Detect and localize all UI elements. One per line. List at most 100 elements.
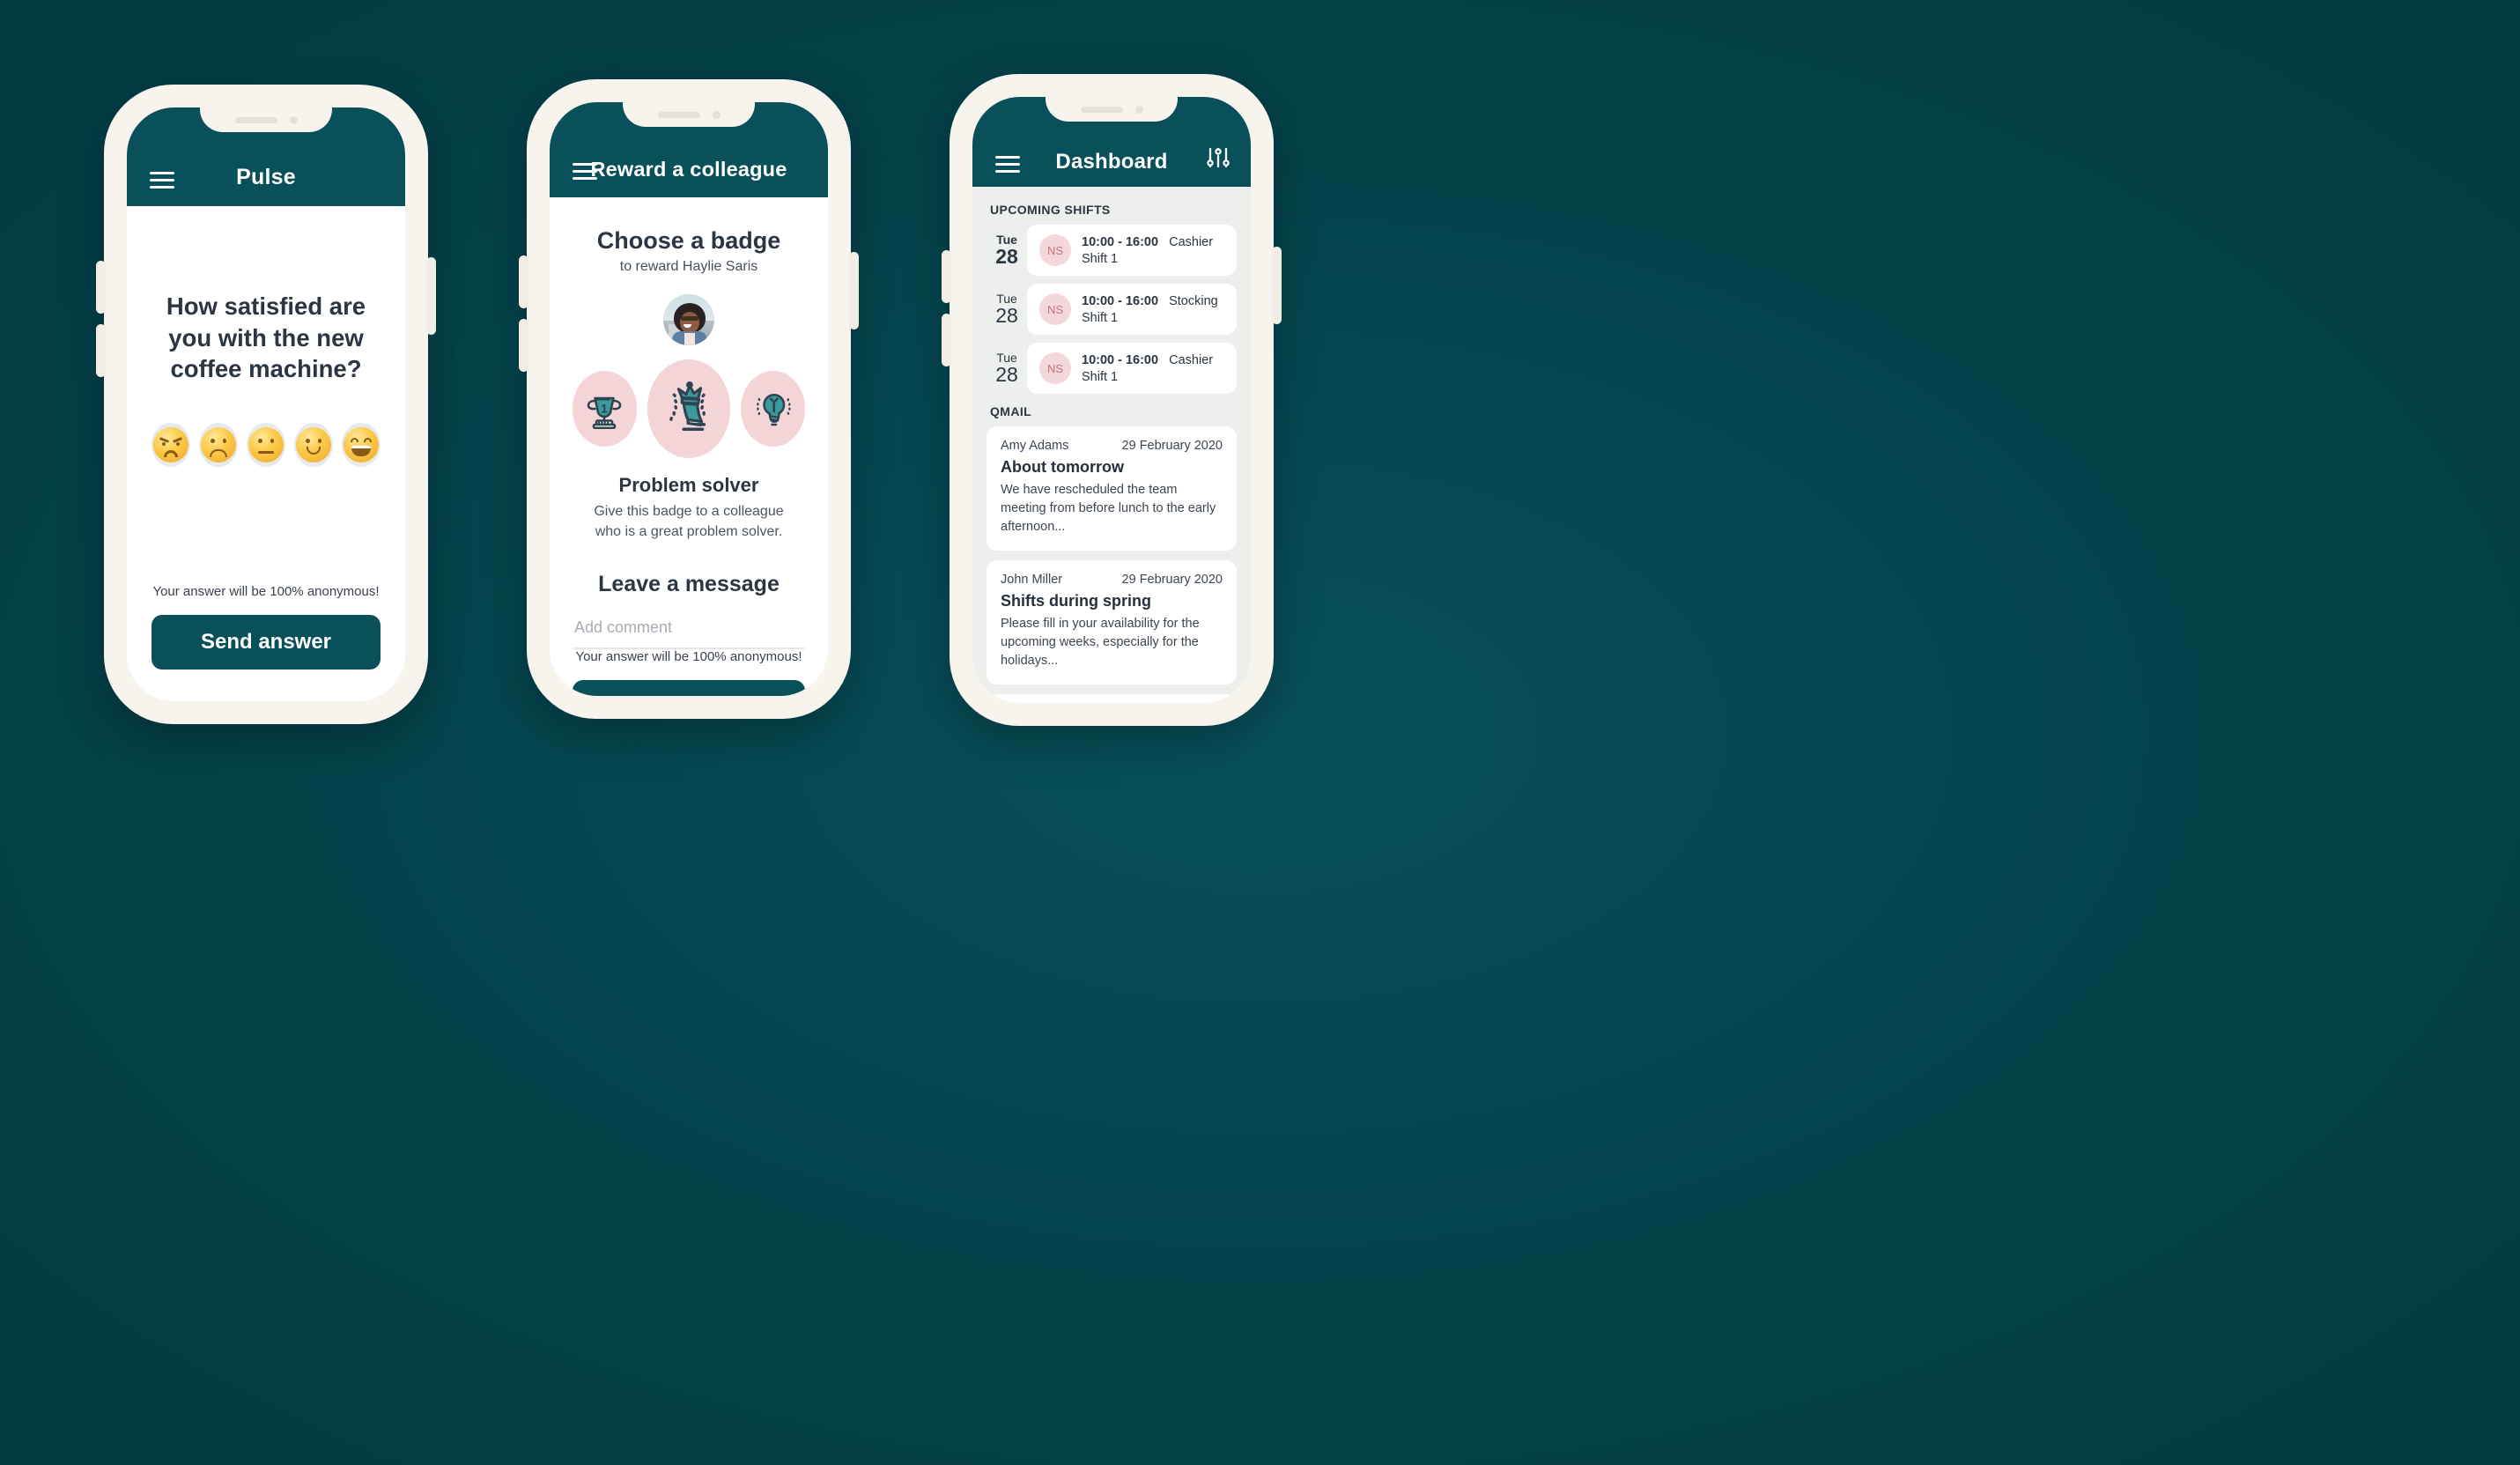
front-camera-icon <box>1134 105 1143 114</box>
shift-date: Tue 28 <box>987 343 1027 394</box>
phone1-body: How satisfied are you with the new coffe… <box>127 206 405 701</box>
mail-card[interactable]: Mary Smith 29 February 2020 Team event G… <box>987 694 1237 703</box>
badge-option-chess-queen[interactable] <box>647 359 731 458</box>
hamburger-menu-icon[interactable] <box>573 163 597 180</box>
slightly-smiling-face-icon <box>296 426 331 462</box>
shift-row: Tue 28 NS 10:00 - 16:00 Cashier Shift 1 <box>987 225 1237 276</box>
shift-avatar: NS <box>1039 234 1071 266</box>
phone2-screen: Reward a colleague Choose a badge to rew… <box>550 102 828 696</box>
phone1-volume-up-button[interactable] <box>96 261 106 314</box>
shift-time: 10:00 - 16:00 <box>1082 293 1159 308</box>
shift-row: Tue 28 NS 10:00 - 16:00 Stocking Shift 1 <box>987 284 1237 335</box>
rating-option-slight-smile[interactable] <box>294 422 333 467</box>
rating-option-frowning[interactable] <box>199 422 238 467</box>
shift-role: Stocking <box>1169 293 1218 308</box>
mail-header: John Miller 29 February 2020 <box>1001 573 1223 587</box>
choose-badge-subheading: to reward Haylie Saris <box>619 259 758 274</box>
screenshot-root: Pulse How satisfied are you with the new… <box>0 0 2520 1465</box>
qmail-label: QMAIL <box>990 404 1032 418</box>
front-camera-icon <box>289 115 298 124</box>
selected-badge-description: Give this badge to a colleague who is a … <box>594 504 784 539</box>
phone-2-reward: Reward a colleague Choose a badge to rew… <box>519 79 859 719</box>
shift-date-number: 28 <box>995 363 1018 387</box>
phone-1-pulse: Pulse How satisfied are you with the new… <box>96 85 436 724</box>
shift-card[interactable]: NS 10:00 - 16:00 Cashier Shift 1 <box>1027 225 1237 276</box>
chess-queen-icon <box>669 381 706 431</box>
shift-day: Tue <box>996 232 1017 247</box>
colleague-avatar <box>663 294 714 345</box>
mail-date: 29 February 2020 <box>1121 439 1223 453</box>
phone2-volume-up-button[interactable] <box>519 255 528 308</box>
mail-card[interactable]: Amy Adams 29 February 2020 About tomorro… <box>987 426 1237 551</box>
phone1-notch <box>200 107 332 132</box>
shift-time-role: 10:00 - 16:00 Cashier <box>1082 235 1213 249</box>
rating-option-neutral[interactable] <box>247 422 285 467</box>
shift-card[interactable]: NS 10:00 - 16:00 Stocking Shift 1 <box>1027 284 1237 335</box>
shift-date-number: 28 <box>995 304 1018 328</box>
shift-name: Shift 1 <box>1082 369 1119 384</box>
phone2-body: Choose a badge to reward Haylie Saris 1 … <box>550 197 828 696</box>
lightbulb-icon <box>756 393 791 426</box>
mail-card[interactable]: John Miller 29 February 2020 Shifts duri… <box>987 560 1237 685</box>
phone3-notch <box>1046 97 1178 122</box>
mail-header: Amy Adams 29 February 2020 <box>1001 439 1223 453</box>
phone2-anonymous-note: Your answer will be 100% anonymous! <box>575 649 802 665</box>
shift-date: Tue 28 <box>987 284 1027 335</box>
speaker-grille-icon <box>1080 106 1123 113</box>
selected-badge-name: Problem solver <box>618 474 759 496</box>
frowning-face-icon <box>201 426 236 462</box>
rating-option-angry[interactable] <box>151 422 190 467</box>
shift-card[interactable]: NS 10:00 - 16:00 Cashier Shift 1 <box>1027 343 1237 394</box>
phone1-send-answer-button[interactable]: Send answer <box>151 615 381 670</box>
dashboard-content: UPCOMING SHIFTS Tue 28 NS 10:00 - 16:00 … <box>972 187 1251 703</box>
phone2-send-answer-button[interactable]: Send answer <box>573 680 805 696</box>
phone3-volume-down-button[interactable] <box>942 314 951 366</box>
add-comment-input[interactable] <box>573 615 805 650</box>
shift-time: 10:00 - 16:00 <box>1082 234 1159 249</box>
angry-face-icon <box>153 426 188 462</box>
neutral-face-icon <box>248 426 284 462</box>
mail-date: 29 February 2020 <box>1121 573 1223 588</box>
upcoming-shifts-label: UPCOMING SHIFTS <box>990 203 1111 217</box>
phone-3-dashboard: Dashboard UPCOMING SHIFTS Tue 28 NS 10:0… <box>942 74 1282 726</box>
shift-name: Shift 1 <box>1082 251 1119 266</box>
phone1-volume-down-button[interactable] <box>96 324 106 377</box>
shift-time-role: 10:00 - 16:00 Stocking <box>1082 294 1218 308</box>
grinning-face-icon <box>344 426 379 462</box>
shift-name: Shift 1 <box>1082 310 1119 325</box>
shift-avatar: NS <box>1039 352 1071 384</box>
phone1-anonymous-note: Your answer will be 100% anonymous! <box>152 584 380 599</box>
shift-role: Cashier <box>1169 234 1214 249</box>
badge-option-trophy[interactable]: 1 <box>573 371 637 447</box>
phone1-power-button[interactable] <box>426 257 436 335</box>
shift-date-number: 28 <box>995 245 1018 269</box>
shift-avatar: NS <box>1039 293 1071 325</box>
phone2-notch <box>623 102 755 127</box>
shift-date: Tue 28 <box>987 225 1027 276</box>
mail-sender: John Miller <box>1001 573 1063 588</box>
badge-options: 1 <box>573 359 805 458</box>
phone2-volume-down-button[interactable] <box>519 319 528 372</box>
shift-time: 10:00 - 16:00 <box>1082 352 1159 367</box>
mail-preview: We have rescheduled the team meeting fro… <box>1001 483 1216 535</box>
rating-option-grin[interactable] <box>342 422 381 467</box>
shift-row: Tue 28 NS 10:00 - 16:00 Cashier Shift 1 <box>987 343 1237 394</box>
shift-time-role: 10:00 - 16:00 Cashier <box>1082 353 1213 367</box>
speaker-grille-icon <box>234 116 277 123</box>
mail-preview: Please fill in your availability for the… <box>1001 617 1200 669</box>
badge-option-lightbulb[interactable] <box>741 371 805 447</box>
trophy-rank-label: 1 <box>601 403 608 417</box>
phone3-volume-up-button[interactable] <box>942 250 951 303</box>
shift-day: Tue <box>996 291 1017 306</box>
hamburger-menu-icon[interactable] <box>995 156 1020 173</box>
leave-message-heading: Leave a message <box>598 572 780 597</box>
hamburger-menu-icon[interactable] <box>150 172 174 189</box>
phone2-power-button[interactable] <box>849 252 859 329</box>
sliders-icon[interactable] <box>1207 147 1230 173</box>
choose-badge-heading: Choose a badge <box>596 227 781 254</box>
pulse-question: How satisfied are you with the new coffe… <box>166 292 366 382</box>
trophy-icon: 1 <box>588 396 622 430</box>
phone3-power-button[interactable] <box>1272 247 1282 324</box>
mail-subject: About tomorrow <box>1001 458 1124 476</box>
mail-subject: Shifts during spring <box>1001 592 1151 610</box>
